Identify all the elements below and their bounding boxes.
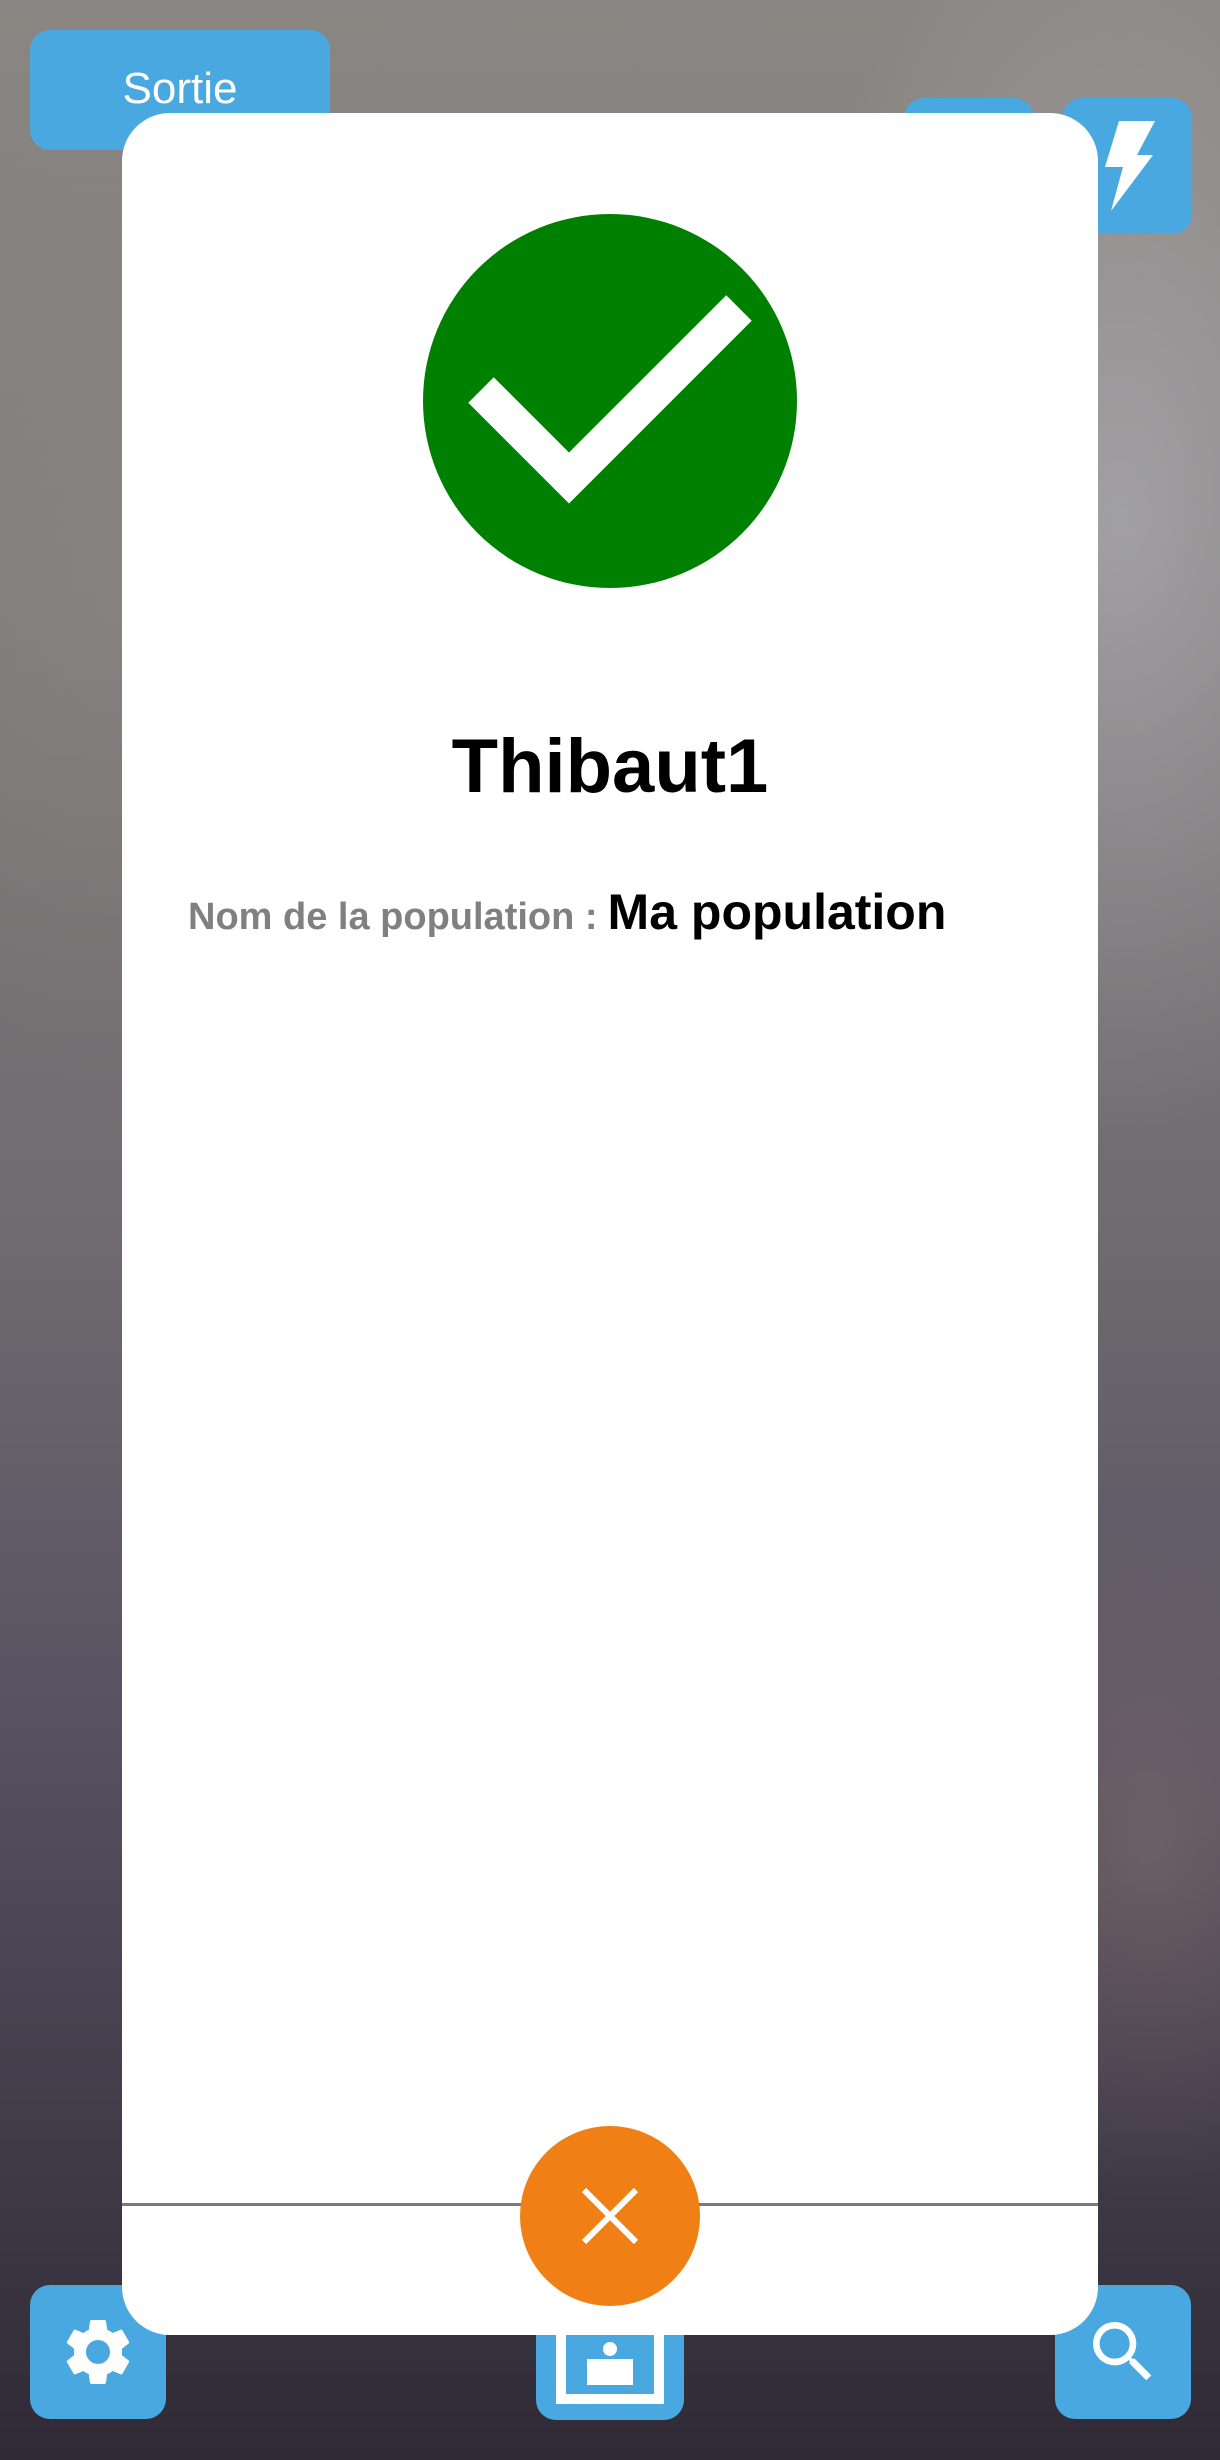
result-dialog: Thibaut1 Nom de la population : Ma popul…: [122, 113, 1098, 2335]
gear-icon: [58, 2312, 138, 2392]
username-title: Thibaut1: [451, 724, 769, 809]
search-icon: [1083, 2312, 1163, 2392]
checkmark-circle-icon: [423, 214, 797, 588]
exit-button-label: Sortie: [122, 64, 238, 113]
population-value: Ma population: [607, 884, 947, 940]
flash-icon: [1097, 121, 1157, 211]
close-icon: [578, 2184, 642, 2248]
population-label: Nom de la population :: [188, 896, 598, 938]
close-button[interactable]: [520, 2126, 700, 2306]
population-field: Nom de la population : Ma population: [188, 883, 946, 941]
